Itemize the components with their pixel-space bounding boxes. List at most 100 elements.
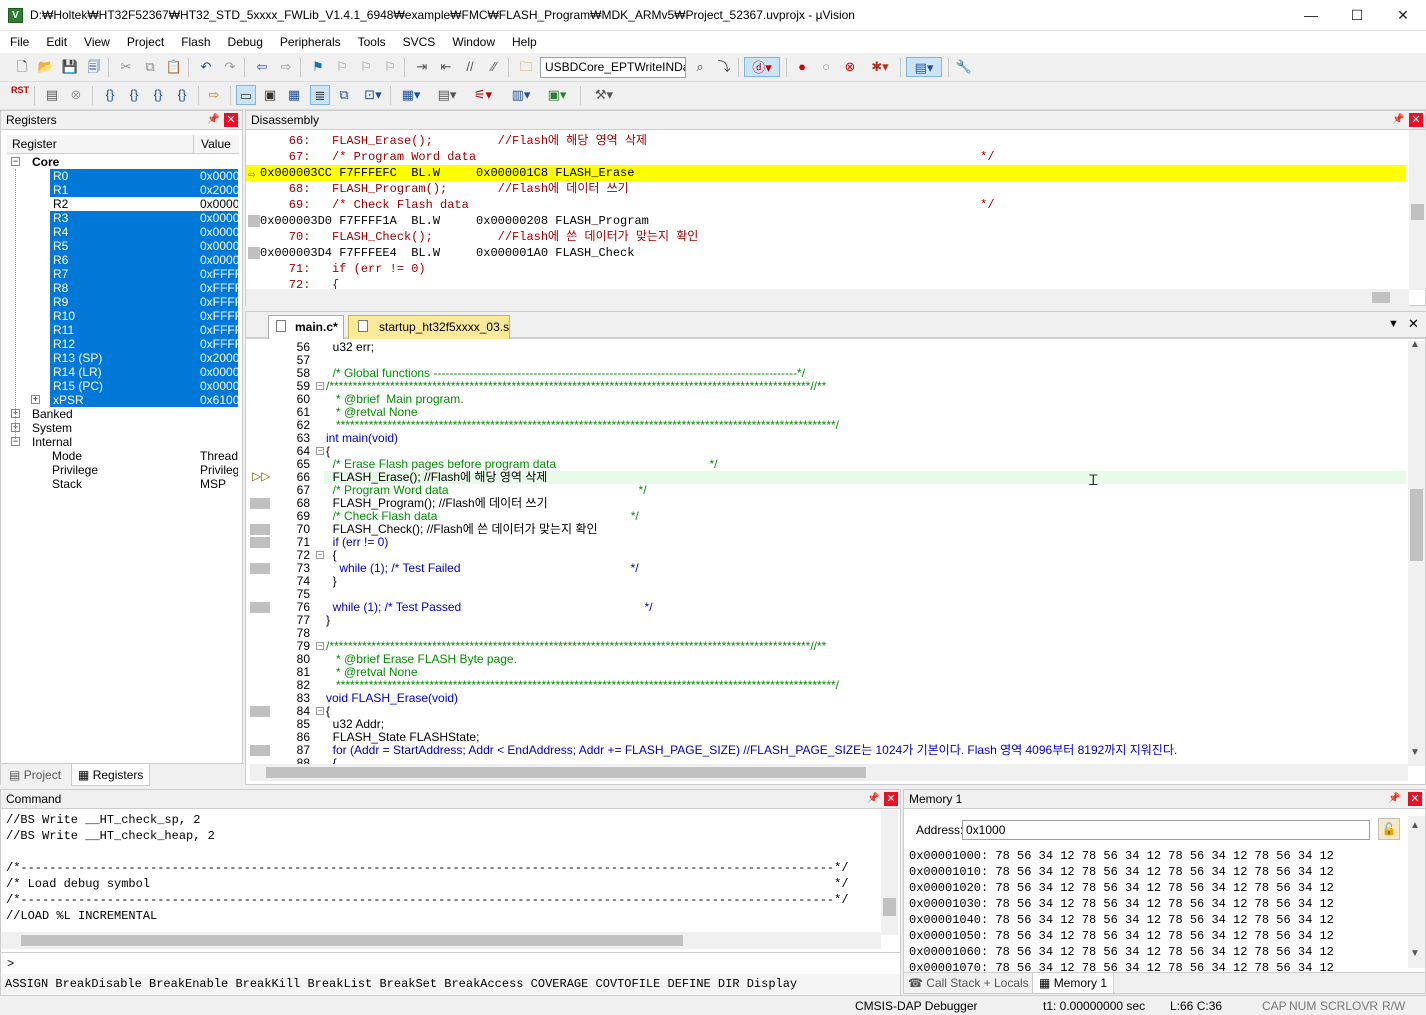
debug-session-icon[interactable]: ⓓ▾ — [744, 57, 780, 77]
code-line[interactable]: int main(void) — [326, 432, 398, 445]
new-file-icon[interactable]: 🗋 — [12, 57, 32, 77]
step-over-icon[interactable]: {} — [124, 85, 144, 105]
breakpoint-list-icon[interactable]: ✱▾ — [864, 57, 896, 77]
code-line[interactable]: } — [326, 614, 330, 627]
register-row[interactable]: R6 0x0000 — [50, 253, 238, 267]
disassembly-line[interactable]: 67: /* Program Word data */ — [260, 149, 995, 165]
fold-toggle-icon[interactable]: − — [316, 642, 324, 650]
nav-forward-icon[interactable]: ⇨ — [276, 57, 296, 77]
maximize-button[interactable]: ☐ — [1334, 0, 1380, 30]
scroll-down-icon[interactable]: ▼ — [1410, 747, 1420, 758]
disassembly-line[interactable]: 69: /* Check Flash data */ — [260, 197, 995, 213]
tab-project[interactable]: ▤ Project — [5, 766, 65, 784]
disassembly-hscrollbar[interactable] — [246, 289, 1409, 306]
close-icon[interactable]: ✕ — [1408, 792, 1422, 806]
register-row[interactable]: R3 0x0000 — [50, 211, 238, 225]
code-line[interactable]: while (1); /* Test Passed */ — [326, 601, 653, 614]
menu-svcs[interactable]: SVCS — [393, 31, 443, 53]
breakpoint-gutter-mark[interactable] — [248, 215, 260, 227]
tab-call-stack[interactable]: ☎ Call Stack + Locals — [908, 976, 1029, 990]
nav-back-icon[interactable]: ⇦ — [252, 57, 272, 77]
close-icon[interactable]: ✕ — [224, 113, 238, 127]
show-next-statement-icon[interactable]: ⇨ — [204, 85, 224, 105]
menu-file[interactable]: File — [0, 31, 36, 53]
run-to-cursor-icon[interactable]: {} — [172, 85, 192, 105]
step-out-icon[interactable]: {} — [148, 85, 168, 105]
trace-window-icon[interactable]: ▥▾ — [506, 85, 536, 105]
tree-expand-icon[interactable]: + — [31, 395, 40, 404]
disassembly-line[interactable]: 71: if (err != 0) — [260, 261, 426, 277]
menu-help[interactable]: Help — [502, 31, 544, 53]
configure-icon[interactable]: 🔧 — [954, 57, 974, 77]
redo-icon[interactable]: ↷ — [220, 57, 240, 77]
pin-icon[interactable]: 📌 — [867, 793, 879, 805]
incremental-find-icon[interactable]: ⤵ — [714, 57, 734, 77]
target-function-select[interactable]: USBDCore_EPTWriteINDa — [540, 57, 686, 78]
register-row[interactable]: R8 0xFFFF — [50, 281, 238, 295]
command-vscrollbar[interactable] — [881, 810, 898, 935]
code-line[interactable]: } — [326, 575, 337, 588]
bookmark-icon[interactable]: ⚑ — [308, 57, 328, 77]
breakpoint-disable-icon[interactable]: ○ — [816, 57, 836, 77]
disassembly-line[interactable]: 70: FLASH_Check(); //Flash에 쓴 데이터가 맞는지 확… — [260, 229, 699, 245]
find-icon[interactable]: ⌕ — [690, 57, 710, 77]
menu-peripherals[interactable]: Peripherals — [270, 31, 348, 53]
scroll-up-icon[interactable]: ▲ — [1410, 339, 1420, 350]
menu-project[interactable]: Project — [117, 31, 171, 53]
fold-toggle-icon[interactable]: − — [316, 382, 324, 390]
code-line[interactable]: void FLASH_Erase(void) — [326, 692, 458, 705]
register-row[interactable]: R15 (PC) 0x0000 — [50, 379, 238, 393]
pin-icon[interactable]: 📌 — [207, 114, 219, 126]
step-into-icon[interactable]: {} — [100, 85, 120, 105]
menu-view[interactable]: View — [74, 31, 117, 53]
address-input[interactable]: 0x1000 — [962, 820, 1370, 840]
close-button[interactable]: ✕ — [1380, 0, 1426, 30]
window-select-icon[interactable]: ▤▾ — [906, 57, 942, 77]
disassembly-line[interactable]: 66: FLASH_Erase(); //Flash에 해당 영역 삭제 — [260, 133, 647, 149]
editor-vscrollbar[interactable]: ▲ ▼ — [1408, 339, 1425, 766]
register-group[interactable]: Banked — [32, 407, 73, 421]
executable-line-marker[interactable] — [250, 498, 270, 509]
menu-tools[interactable]: Tools — [348, 31, 393, 53]
executable-line-marker[interactable] — [250, 706, 270, 717]
disassembly-line[interactable]: 0x000003D0 F7FFFF1A BL.W 0x00000208 FLAS… — [260, 213, 649, 229]
register-row[interactable]: R2 0x0000 — [50, 197, 238, 211]
save-all-icon[interactable]: 🗐 — [84, 57, 104, 77]
breakpoint-icon[interactable]: ● — [792, 57, 812, 77]
close-tab-icon[interactable]: ✕ — [1408, 316, 1419, 332]
pin-icon[interactable]: 📌 — [1392, 114, 1404, 126]
command-hscrollbar[interactable] — [1, 932, 881, 949]
bookmark-clear-icon[interactable]: ⚐ — [380, 57, 400, 77]
disassembly-line[interactable]: 68: FLASH_Program(); //Flash에 데이터 쓰기 — [260, 181, 629, 197]
indent-icon[interactable]: ⇥ — [412, 57, 432, 77]
registers-window-icon[interactable]: ≣ — [310, 85, 330, 105]
scroll-up-icon[interactable]: ▲ — [1410, 820, 1420, 831]
tab-list-dropdown-icon[interactable]: ▼ — [1388, 318, 1399, 330]
minimize-button[interactable]: — — [1288, 0, 1334, 30]
disassembly-window-icon[interactable]: ▣ — [260, 85, 280, 105]
call-stack-icon[interactable]: ⧉ — [334, 85, 354, 105]
disassembly-line[interactable]: 0x000003CC F7FFFEFC BL.W 0x000001C8 FLAS… — [246, 165, 1406, 181]
bookmark-next-icon[interactable]: ⚐ — [356, 57, 376, 77]
editor-hscrollbar[interactable] — [250, 764, 1408, 781]
run-icon[interactable]: ▤ — [42, 85, 62, 105]
save-icon[interactable]: 💾 — [60, 57, 80, 77]
memory-window-icon[interactable]: ▦▾ — [396, 85, 426, 105]
breakpoint-gutter-mark[interactable] — [248, 247, 260, 259]
paste-icon[interactable]: 📋 — [164, 57, 184, 77]
open-folder-icon[interactable]: 📂 — [36, 57, 56, 77]
code-line[interactable]: ****************************************… — [326, 419, 839, 432]
disassembly-vscrollbar[interactable] — [1409, 130, 1426, 290]
register-row[interactable]: R0 0x0000 — [50, 169, 238, 183]
breakpoint-kill-icon[interactable]: ⊗ — [840, 57, 860, 77]
register-group[interactable]: Internal — [32, 435, 72, 449]
col-register[interactable]: Register — [12, 137, 57, 151]
system-viewer-icon[interactable]: ▣▾ — [542, 85, 572, 105]
reset-icon[interactable]: RST — [10, 85, 30, 105]
bookmark-prev-icon[interactable]: ⚐ — [332, 57, 352, 77]
register-row[interactable]: R12 0xFFFF — [50, 337, 238, 351]
toolbox-icon[interactable]: ⚒▾ — [588, 85, 620, 105]
menu-window[interactable]: Window — [442, 31, 502, 53]
menu-flash[interactable]: Flash — [171, 31, 217, 53]
memory-vscrollbar[interactable]: ▲ ▼ — [1408, 816, 1425, 968]
